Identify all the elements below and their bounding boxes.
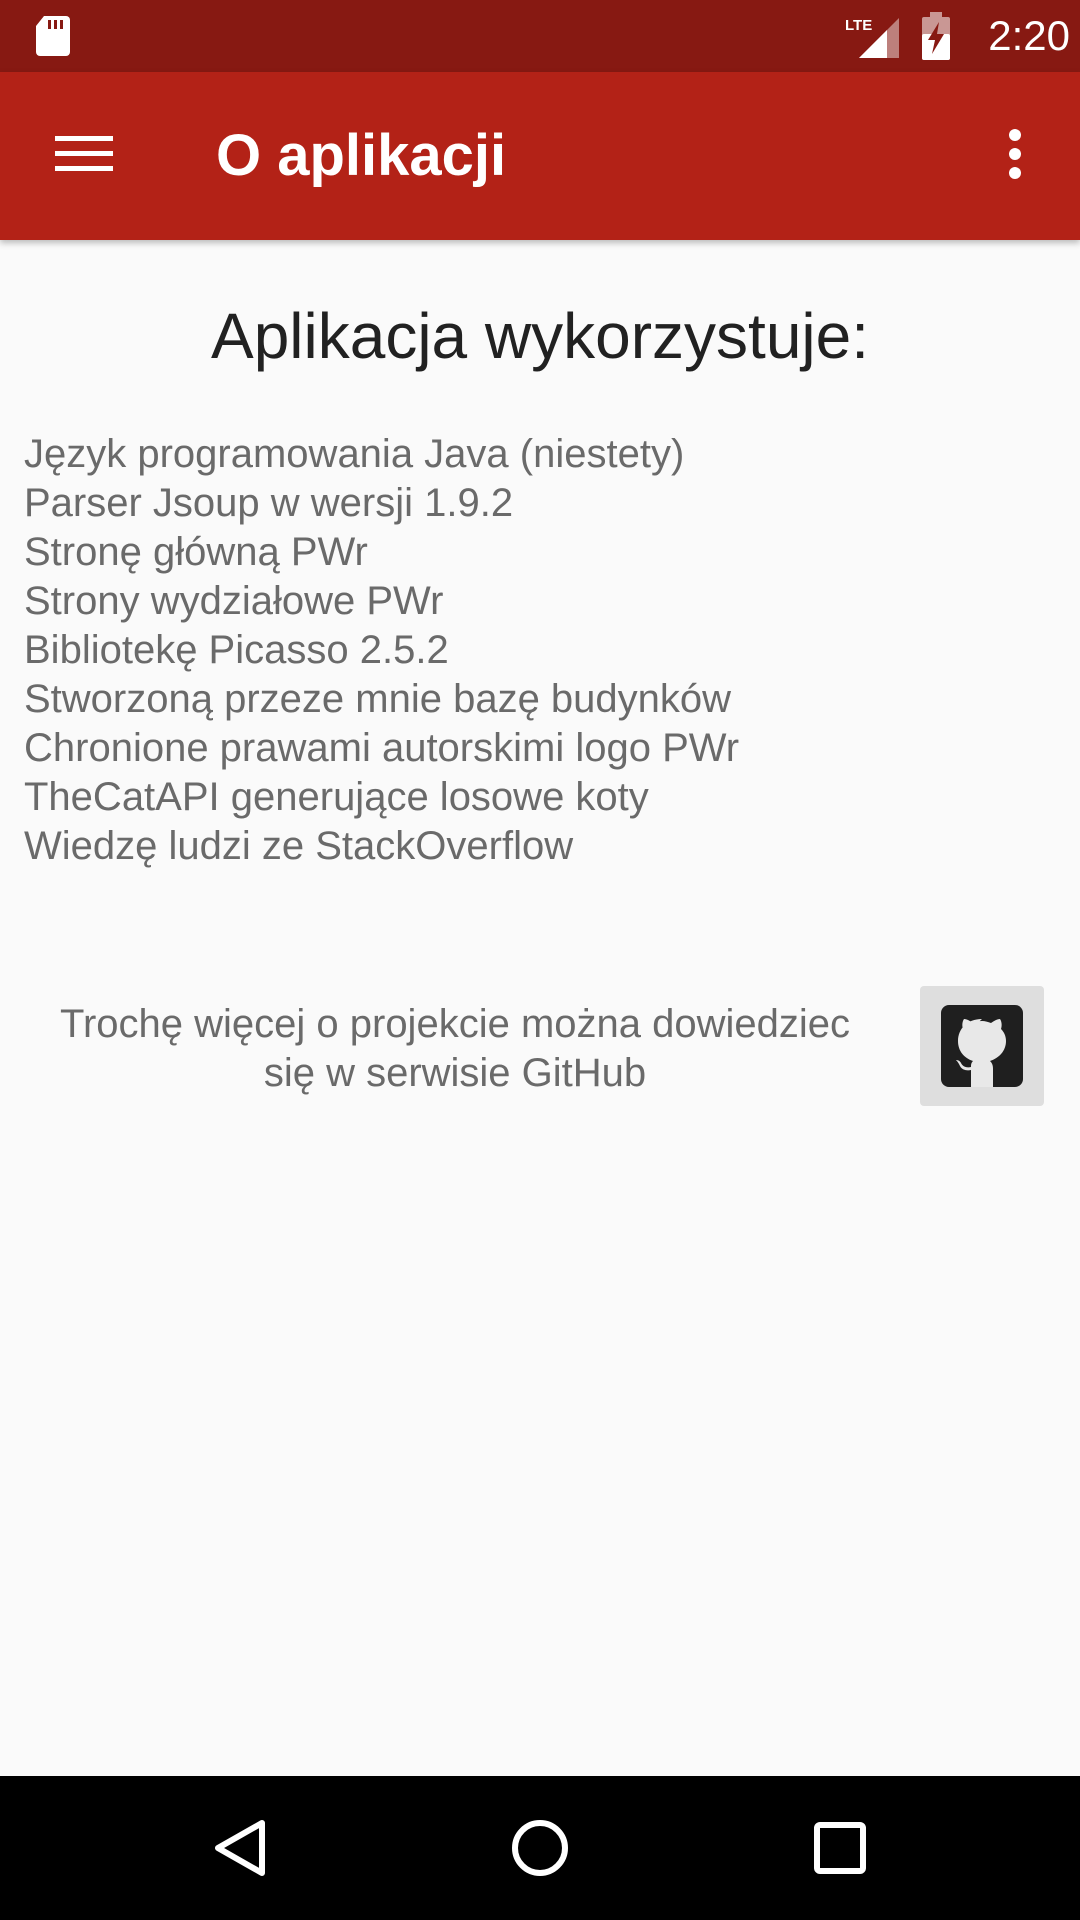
back-icon (215, 1820, 265, 1876)
recents-icon (814, 1822, 866, 1874)
content-heading: Aplikacja wykorzystuje: (211, 300, 869, 372)
list-item: Wiedzę ludzi ze StackOverflow (24, 824, 574, 868)
list-item: Język programowania Java (niestety) (24, 432, 685, 476)
lte-signal-icon: LTE (845, 17, 899, 58)
list-item: Strony wydziałowe PWr (24, 579, 444, 623)
features-list: Język programowania Java (niestety) Pars… (24, 430, 1044, 871)
list-item: Stronę główną PWr (24, 530, 368, 574)
app-bar: O aplikacji (0, 72, 1080, 240)
navigation-menu-button[interactable] (44, 114, 124, 194)
list-item: Parser Jsoup w wersji 1.9.2 (24, 481, 514, 525)
status-bar: LTE 2:20 (0, 0, 1080, 72)
list-item: TheCatAPI generujące losowe koty (24, 775, 649, 819)
github-icon (941, 1005, 1023, 1087)
system-navigation-bar (0, 1776, 1080, 1920)
lte-label: LTE (845, 17, 872, 34)
home-button[interactable] (490, 1798, 590, 1898)
github-info-line-2: się w serwisie GitHub (263, 1051, 647, 1095)
hamburger-menu-icon (55, 136, 113, 171)
github-button[interactable] (920, 986, 1044, 1106)
home-icon (512, 1820, 568, 1876)
sd-card-icon (36, 16, 70, 56)
more-vert-icon (1009, 129, 1021, 179)
status-time: 2:20 (988, 12, 1070, 59)
list-item: Chronione prawami autorskimi logo PWr (24, 726, 740, 770)
list-item: Stworzoną przeze mnie bazę budynków (24, 677, 732, 721)
page-title: O aplikacji (216, 123, 507, 188)
screen: LTE 2:20 O aplikacji Aplikacja wykorzyst… (0, 0, 1080, 1920)
back-button[interactable] (190, 1798, 290, 1898)
battery-charging-icon (922, 12, 950, 60)
list-item: Bibliotekę Picasso 2.5.2 (24, 628, 449, 672)
overflow-menu-button[interactable] (980, 114, 1050, 194)
github-info-line-1: Trochę więcej o projekcie można dowiedzi… (60, 1002, 850, 1046)
recents-button[interactable] (790, 1798, 890, 1898)
github-info-text: Trochę więcej o projekcie można dowiedzi… (20, 1000, 890, 1098)
